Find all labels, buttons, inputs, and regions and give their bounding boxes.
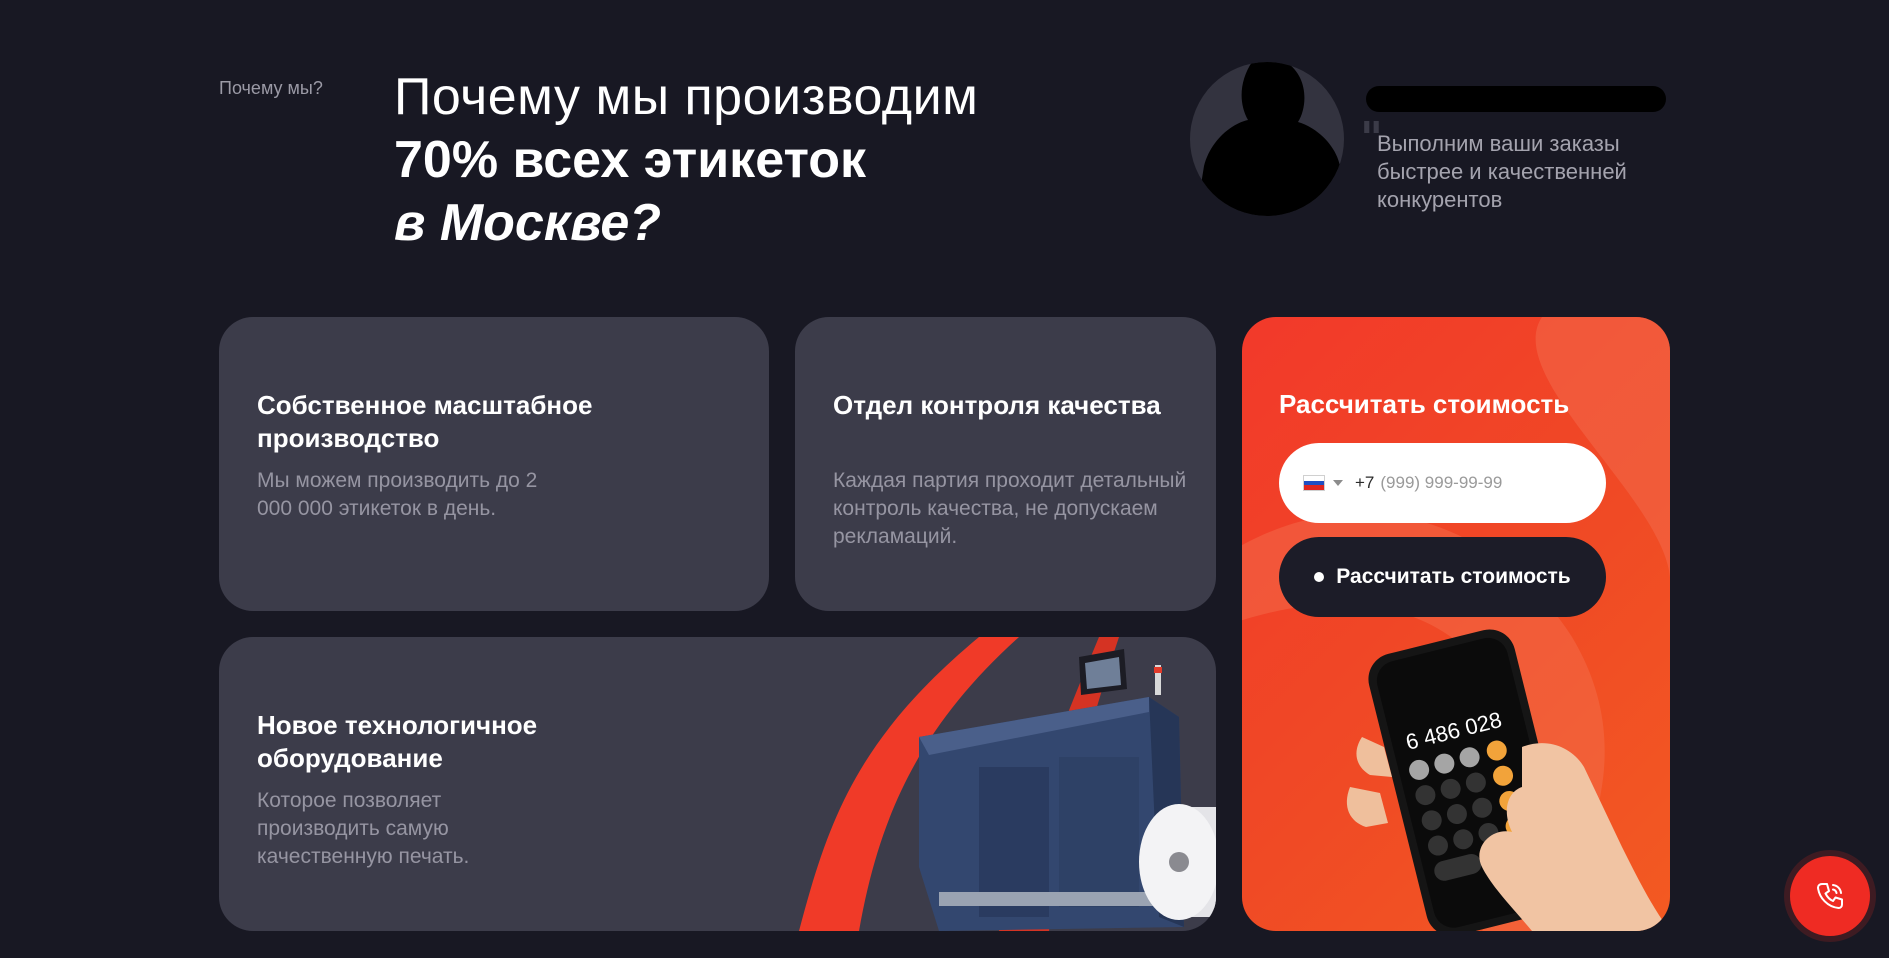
button-dot-icon — [1314, 572, 1325, 582]
hand-with-phone-illustration: 6 486 028 — [1346, 629, 1670, 931]
calculator-card: Рассчитать стоимость +7 Рассчитать стоим… — [1242, 317, 1670, 931]
country-dropdown-chevron-icon[interactable] — [1333, 480, 1343, 486]
calculate-cost-button[interactable]: Рассчитать стоимость — [1279, 537, 1606, 617]
calculate-cost-button-label: Рассчитать стоимость — [1336, 565, 1571, 588]
avatar-redacted-silhouette — [1196, 62, 1344, 216]
feature-title: Собственное масштабное производство — [257, 390, 593, 453]
calculator-title: Рассчитать стоимость — [1279, 389, 1570, 419]
phone-field[interactable]: +7 — [1279, 443, 1606, 523]
feature-title: Отдел контроля качества — [833, 390, 1161, 420]
phone-country-code: +7 — [1355, 473, 1375, 492]
phone-input[interactable] — [1380, 473, 1581, 493]
feature-text: Мы можем производить до 2 000 000 этикет… — [257, 469, 538, 520]
feature-card-quality-control: Отдел контроля качества Каждая партия пр… — [795, 317, 1216, 611]
manager-avatar — [1190, 62, 1344, 216]
feature-title: Новое технологичное оборудование — [257, 710, 538, 773]
printing-machine-illustration — [799, 637, 1216, 931]
call-button[interactable] — [1790, 856, 1870, 936]
page: Почему мы? Почему мы производим 70% всех… — [0, 0, 1889, 958]
section-eyebrow: Почему мы? — [219, 78, 323, 98]
russia-flag-icon[interactable] — [1303, 475, 1325, 491]
manager-quote: Выполним ваши заказы быстрее и качествен… — [1377, 131, 1627, 212]
headline-line-2: 70% всех этикеток — [394, 131, 867, 189]
headline-line-3: в Москве? — [394, 194, 662, 252]
phone-call-icon — [1817, 883, 1843, 909]
feature-card-equipment: Новое технологичное оборудование Которое… — [219, 637, 1216, 931]
section-headline: Почему мы производим 70% всех этикеток в… — [394, 66, 978, 255]
headline-line-1: Почему мы производим — [394, 68, 979, 126]
manager-name-redacted — [1366, 86, 1666, 112]
feature-card-production: Собственное масштабное производство Мы м… — [219, 317, 769, 611]
feature-text: Каждая партия проходит детальный контрол… — [833, 469, 1187, 548]
feature-text: Которое позволяет производить самую каче… — [257, 789, 470, 868]
